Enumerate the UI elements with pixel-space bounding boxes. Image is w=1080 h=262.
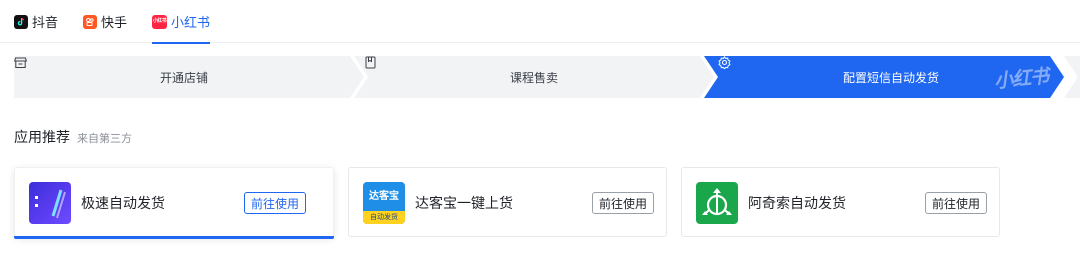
app-name: 阿奇索自动发货 — [748, 196, 846, 212]
dakebao-logo-text: 达客宝 — [369, 191, 399, 202]
app-name: 达客宝一键上货 — [415, 196, 513, 212]
step-label: 课程售卖 — [509, 70, 558, 85]
jisu-logo-icon — [29, 182, 71, 224]
section-title: 应用推荐 — [14, 130, 70, 146]
step-label: 配置短信自动发货 — [842, 70, 939, 85]
step-open-store[interactable]: 开通店铺 — [14, 56, 354, 98]
setup-steps: 开通店铺 课程售卖 配置短信自动发货 小红书 — [14, 56, 1080, 98]
xiaohongshu-watermark: 小红书 — [993, 65, 1050, 93]
step-label: 开通店铺 — [159, 70, 208, 85]
tab-douyin[interactable]: 抖音 — [14, 0, 58, 43]
go-use-button[interactable]: 前往使用 — [592, 192, 655, 214]
tab-kuaishou[interactable]: 快手 — [83, 0, 127, 43]
go-use-button[interactable]: 前往使用 — [244, 192, 307, 214]
app-card-jisu[interactable]: 极速自动发货 前往使用 — [14, 167, 334, 239]
kuaishou-icon — [83, 14, 97, 29]
tab-label: 快手 — [101, 16, 128, 31]
go-use-button[interactable]: 前往使用 — [925, 192, 988, 214]
app-card-aqisuo[interactable]: 阿奇索自动发货 前往使用 — [681, 167, 1000, 237]
dakebao-logo-icon: 达客宝 自动发货 — [363, 182, 405, 224]
app-name: 极速自动发货 — [81, 196, 165, 212]
section-heading: 应用推荐 来自第三方 — [14, 127, 132, 147]
dakebao-logo-badge: 自动发货 — [363, 211, 405, 224]
tab-label: 小红书 — [171, 16, 211, 31]
tab-label: 抖音 — [32, 16, 59, 31]
platform-tabs: 抖音 快手 小红书 小红书 — [0, 0, 1080, 44]
tab-xiaohongshu[interactable]: 小红书 小红书 — [152, 0, 211, 44]
aqisuo-logo-icon — [696, 182, 738, 224]
xiaohongshu-icon: 小红书 — [152, 14, 167, 29]
step-tail-shape — [1064, 56, 1080, 98]
section-subtitle: 来自第三方 — [77, 132, 132, 145]
bookmark-icon — [365, 56, 376, 69]
step-course-sales[interactable]: 课程售卖 — [364, 56, 704, 98]
store-icon — [14, 57, 27, 68]
gear-icon — [718, 56, 731, 69]
douyin-icon — [14, 14, 28, 29]
app-card-dakebao[interactable]: 达客宝 自动发货 达客宝一键上货 前往使用 — [348, 167, 667, 237]
